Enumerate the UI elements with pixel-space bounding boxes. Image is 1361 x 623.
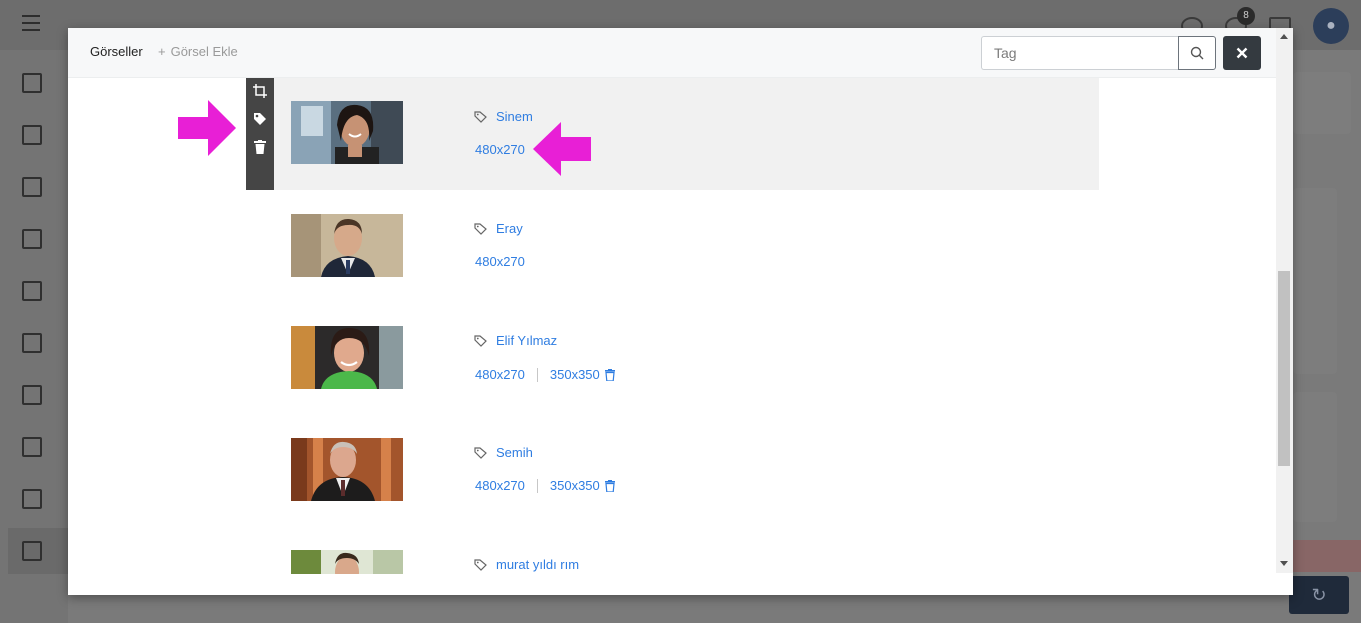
trash-icon[interactable] (604, 479, 615, 492)
tab-images[interactable]: Görseller (90, 44, 143, 59)
notification-badge: 8 (1237, 7, 1255, 25)
size-link[interactable]: 480x270 (475, 142, 525, 157)
tag-search-input[interactable] (981, 36, 1179, 70)
size-link[interactable]: 480x270 (475, 254, 525, 269)
calendar-mail-icon (22, 489, 42, 509)
clipboard-icon (22, 333, 42, 353)
image-row[interactable]: Semih 480x270 350x350 (246, 414, 1099, 526)
portrait-photo (291, 214, 403, 277)
image-tag-label: Semih (496, 445, 533, 460)
image-list: Sinem 480x270 Eray 480x270 Elif Yılmaz 4… (68, 78, 1276, 595)
window-icon (22, 125, 42, 145)
image-row[interactable]: Eray 480x270 (246, 190, 1099, 302)
image-sizes: 480x270 (475, 142, 525, 157)
trash-icon[interactable] (604, 368, 615, 381)
sitemap-icon (22, 385, 42, 405)
image-tag[interactable]: Elif Yılmaz (474, 333, 557, 348)
image-row[interactable]: Elif Yılmaz 480x270 350x350 (246, 302, 1099, 414)
size-link[interactable]: 350x350 (550, 367, 600, 382)
image-tag[interactable]: Semih (474, 445, 533, 460)
image-thumbnail[interactable] (291, 326, 403, 389)
tag-icon (474, 222, 487, 235)
tab-add-image[interactable]: + Görsel Ekle (158, 44, 238, 59)
image-tag[interactable]: murat yıldı rım (474, 557, 579, 572)
tag-icon (474, 558, 487, 571)
tag-icon (474, 446, 487, 459)
image-tag-label: Eray (496, 221, 523, 236)
scroll-down-arrow[interactable] (1280, 561, 1288, 566)
portrait-photo (291, 101, 403, 164)
plus-icon: + (158, 44, 166, 59)
search-button[interactable] (1178, 36, 1216, 70)
crop-icon[interactable] (253, 84, 267, 98)
size-link[interactable]: 480x270 (475, 478, 525, 493)
close-button[interactable] (1223, 36, 1261, 70)
scroll-thumb[interactable] (1278, 271, 1290, 466)
image-thumbnail[interactable] (291, 101, 403, 164)
scroll-up-arrow[interactable] (1280, 34, 1288, 39)
image-sizes: 480x270 (475, 254, 525, 269)
image-thumbnail[interactable] (291, 550, 403, 574)
bg-card (1293, 188, 1337, 374)
refresh-button[interactable]: ↻ (1289, 576, 1349, 614)
tag-icon (474, 110, 487, 123)
close-icon (1236, 47, 1248, 59)
size-separator (536, 478, 538, 493)
image-thumbnail[interactable] (291, 438, 403, 501)
user-search-icon (22, 229, 42, 249)
image-thumbnail[interactable] (291, 214, 403, 277)
menu-icon[interactable] (22, 15, 40, 31)
image-tag[interactable]: Sinem (474, 109, 533, 124)
bg-card (1293, 72, 1351, 134)
bg-alert-strip (1293, 540, 1361, 572)
image-tag-label: Sinem (496, 109, 533, 124)
tag-icon[interactable] (253, 112, 267, 126)
image-row[interactable]: Sinem 480x270 (246, 78, 1099, 190)
image-tag-label: murat yıldı rım (496, 557, 580, 572)
trash-icon[interactable] (254, 140, 266, 154)
search-icon (1190, 46, 1204, 60)
modal-header: Görseller + Görsel Ekle (68, 28, 1293, 78)
image-sizes: 480x270 350x350 (475, 478, 615, 493)
bar-chart-icon (22, 177, 42, 197)
image-tag-label: Elif Yılmaz (496, 333, 558, 348)
row-toolbar (246, 78, 274, 190)
user-icon (22, 281, 42, 301)
annotation-arrow-right (178, 100, 236, 156)
image-row[interactable]: murat yıldı rım (246, 526, 1099, 595)
image-tag[interactable]: Eray (474, 221, 523, 236)
scrollbar[interactable] (1276, 28, 1293, 573)
portrait-photo (291, 550, 403, 574)
tag-icon (474, 334, 487, 347)
portrait-photo (291, 438, 403, 501)
user-avatar[interactable]: ● (1313, 8, 1349, 44)
image-gallery-modal: Görseller + Görsel Ekle Tag Sinem 480x27… (68, 28, 1293, 595)
portrait-photo (291, 326, 403, 389)
size-link[interactable]: 350x350 (550, 478, 600, 493)
comments-icon (22, 437, 42, 457)
bg-card (1293, 392, 1337, 522)
size-separator (536, 367, 538, 382)
image-sizes: 480x270 350x350 (475, 367, 615, 382)
monitor-icon (22, 73, 42, 93)
puzzle-icon (22, 541, 42, 561)
annotation-arrow-left (533, 122, 591, 176)
tab-add-image-label: Görsel Ekle (170, 44, 238, 59)
size-link[interactable]: 480x270 (475, 367, 525, 382)
